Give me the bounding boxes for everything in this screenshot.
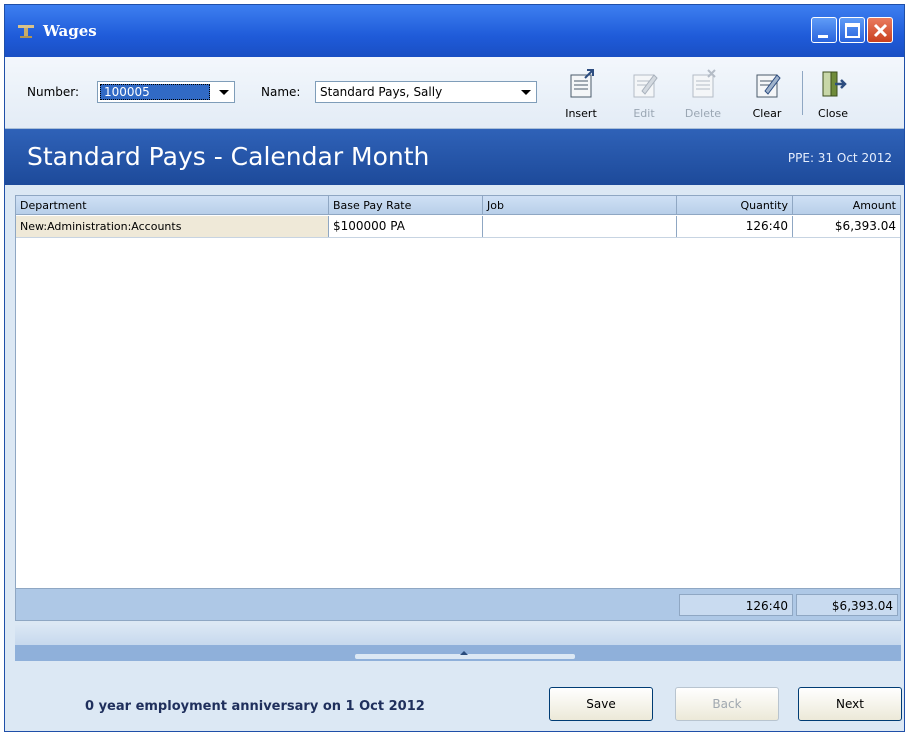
cell-base-pay-rate[interactable]: $100000 PA <box>329 216 483 237</box>
window-title: Wages <box>43 22 97 40</box>
delete-button[interactable]: Delete <box>681 65 725 123</box>
back-button[interactable]: Back <box>675 687 779 721</box>
total-quantity: 126:40 <box>679 594 793 616</box>
chevron-down-icon[interactable] <box>517 83 535 101</box>
chevron-up-icon[interactable] <box>460 651 468 655</box>
cell-department[interactable]: New:Administration:Accounts <box>16 216 329 237</box>
cell-amount[interactable]: $6,393.04 <box>793 216 900 237</box>
grid-header: Department Base Pay Rate Job Quantity Am… <box>16 196 900 215</box>
edit-label: Edit <box>633 107 655 120</box>
pay-header-banner: Standard Pays - Calendar Month PPE: 31 O… <box>5 129 904 185</box>
minimize-button[interactable] <box>811 17 837 43</box>
toolbar: Number: 100005 Name: Standard Pays, Sall… <box>5 57 904 129</box>
toolbar-separator <box>802 71 803 115</box>
door-exit-icon <box>822 71 847 97</box>
name-combo[interactable]: Standard Pays, Sally <box>315 81 537 103</box>
close-button[interactable]: Close <box>811 65 855 123</box>
name-value: Standard Pays, Sally <box>320 85 443 99</box>
edit-button[interactable]: Edit <box>622 65 666 123</box>
column-header-amount[interactable]: Amount <box>793 196 900 215</box>
column-header-department[interactable]: Department <box>16 196 329 215</box>
delete-label: Delete <box>684 107 722 120</box>
column-header-quantity[interactable]: Quantity <box>677 196 793 215</box>
app-icon <box>18 25 34 38</box>
minimize-icon <box>818 35 828 38</box>
insert-button[interactable]: Insert <box>559 65 603 123</box>
number-label: Number: <box>27 85 80 99</box>
ppe-date: PPE: 31 Oct 2012 <box>787 151 892 165</box>
anniversary-message: 0 year employment anniversary on 1 Oct 2… <box>85 699 425 714</box>
maximize-button[interactable] <box>839 17 865 43</box>
insert-icon <box>570 69 594 98</box>
close-icon <box>873 23 888 38</box>
number-value: 100005 <box>100 84 210 100</box>
total-amount: $6,393.04 <box>796 594 898 616</box>
close-window-button[interactable] <box>867 17 893 43</box>
delete-icon <box>692 69 716 98</box>
title-bar[interactable]: Wages <box>5 5 904 57</box>
wages-grid[interactable]: Department Base Pay Rate Job Quantity Am… <box>15 195 901 621</box>
save-button[interactable]: Save <box>549 687 653 721</box>
cell-quantity[interactable]: 126:40 <box>677 216 793 237</box>
maximize-icon <box>845 23 860 38</box>
insert-label: Insert <box>565 107 597 120</box>
edit-icon <box>633 74 658 98</box>
pay-title: Standard Pays - Calendar Month <box>27 142 430 171</box>
table-row[interactable]: New:Administration:Accounts $100000 PA 1… <box>16 216 900 238</box>
wages-window: Wages Number: 100005 Name: Standard Pays… <box>4 4 905 732</box>
chevron-down-icon[interactable] <box>215 83 233 101</box>
column-header-job[interactable]: Job <box>483 196 677 215</box>
close-label: Close <box>818 107 848 120</box>
column-header-base-pay-rate[interactable]: Base Pay Rate <box>329 196 483 215</box>
clear-button[interactable]: Clear <box>745 65 789 123</box>
grid-totals-row: 126:40 $6,393.04 <box>16 588 900 620</box>
number-combo[interactable]: 100005 <box>97 81 235 103</box>
cell-job[interactable] <box>483 216 677 237</box>
clear-icon <box>756 74 781 98</box>
name-label: Name: <box>261 85 301 99</box>
clear-label: Clear <box>752 107 782 120</box>
next-button[interactable]: Next <box>798 687 902 721</box>
